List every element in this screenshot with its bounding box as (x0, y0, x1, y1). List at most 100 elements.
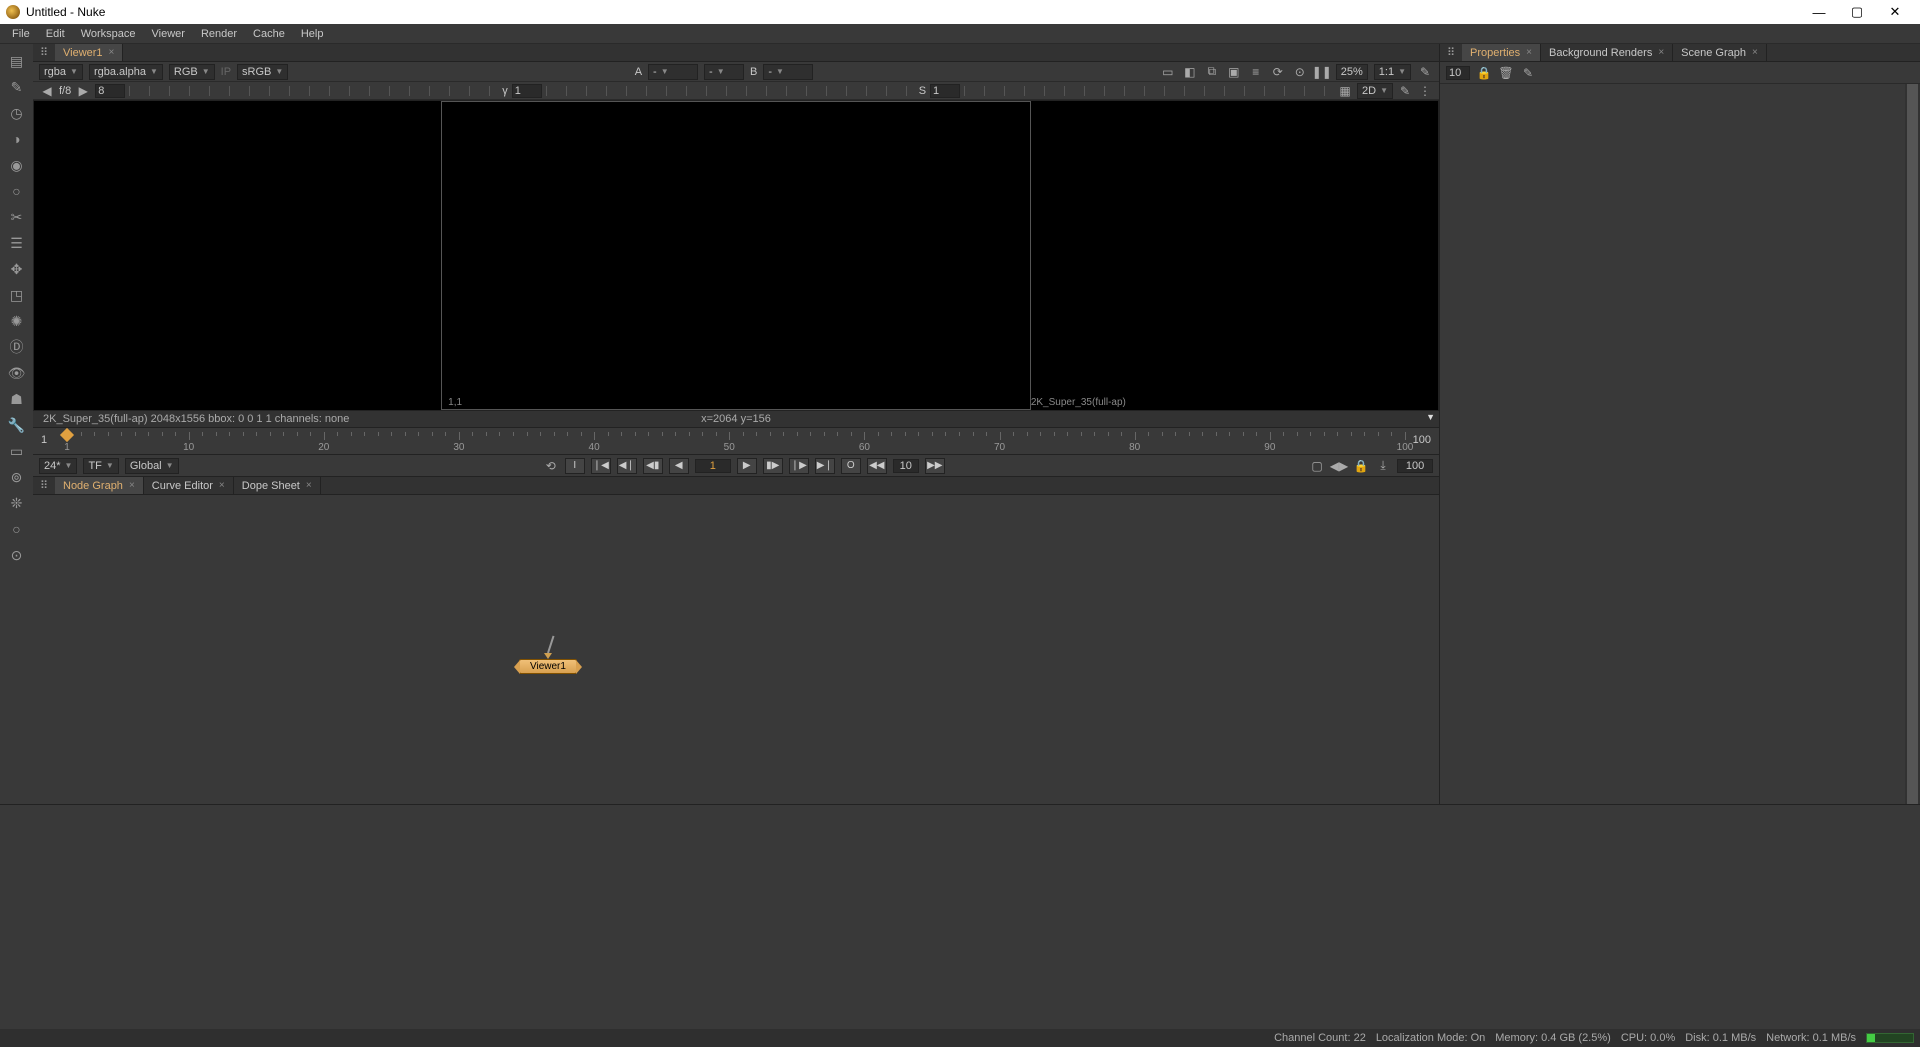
gamma-input[interactable] (512, 84, 542, 98)
ratio-select[interactable]: 1:1▼ (1374, 64, 1411, 80)
menu-viewer[interactable]: Viewer (144, 26, 193, 42)
channel-select[interactable]: rgba.alpha▼ (89, 64, 163, 80)
tool-deep-icon[interactable]: Ⓓ (5, 335, 29, 359)
lock-panels-icon[interactable]: 🔒 (1476, 65, 1492, 81)
overscan-icon[interactable]: ▣ (1226, 64, 1242, 80)
fstop-next-button[interactable]: ▶ (75, 83, 91, 99)
tool-color-icon[interactable]: ◉ (5, 153, 29, 177)
set-out-button[interactable]: O (841, 458, 861, 474)
pause-icon[interactable]: ❚❚ (1314, 64, 1330, 80)
viewer-mode-select[interactable]: 2D▼ (1357, 83, 1393, 99)
s-input[interactable] (930, 84, 960, 98)
close-icon[interactable]: × (1752, 47, 1758, 58)
close-icon[interactable]: × (219, 480, 225, 491)
properties-scrollbar[interactable] (1905, 84, 1920, 804)
fstop-prev-button[interactable]: ◀ (39, 83, 55, 99)
skip-fwd-button[interactable]: ▶▶ (925, 458, 945, 474)
tab-viewer1[interactable]: Viewer1 × (55, 44, 123, 61)
out-frame-input[interactable] (1397, 459, 1433, 473)
step-back-button[interactable]: ◀▮ (643, 458, 663, 474)
prev-key-button[interactable]: ◀❘ (617, 458, 637, 474)
tool-merge-icon[interactable]: ☰ (5, 231, 29, 255)
next-key-button[interactable]: ❘▶ (789, 458, 809, 474)
viewport[interactable]: 1,1 2K_Super_35(full-ap) (33, 100, 1439, 411)
tool-transform-icon[interactable]: ✥ (5, 257, 29, 281)
current-frame-input[interactable] (695, 459, 731, 473)
menu-workspace[interactable]: Workspace (73, 26, 144, 42)
menu-render[interactable]: Render (193, 26, 245, 42)
tool-views-icon[interactable]: 👁 (5, 361, 29, 385)
panel-handle-icon[interactable]: ⠿ (1440, 44, 1462, 61)
viewer-menu-icon[interactable]: ⋮ (1417, 83, 1433, 99)
max-panels-input[interactable] (1446, 66, 1470, 80)
tab-node-graph[interactable]: Node Graph× (55, 477, 144, 494)
skip-input[interactable] (893, 459, 919, 473)
node-graph-extent[interactable] (0, 804, 1920, 1029)
scope-select[interactable]: Global▼ (125, 458, 179, 474)
edit-panels-icon[interactable]: ✎ (1520, 65, 1536, 81)
play-back-button[interactable]: ◀ (669, 458, 689, 474)
step-fwd-button[interactable]: ▮▶ (763, 458, 783, 474)
close-icon[interactable]: × (1658, 47, 1664, 58)
viewer-settings-icon[interactable]: ✎ (1417, 64, 1433, 80)
lut-select[interactable]: sRGB▼ (237, 64, 288, 80)
bbox-icon[interactable]: ▦ (1337, 83, 1353, 99)
gain-slider[interactable] (129, 86, 498, 96)
minimize-button[interactable]: — (1800, 5, 1838, 20)
node-graph[interactable]: Viewer1 (33, 495, 1439, 804)
tool-geo-icon[interactable]: ○ (5, 517, 29, 541)
tool-3d-icon[interactable]: ◳ (5, 283, 29, 307)
close-icon[interactable]: × (1526, 47, 1532, 58)
menu-cache[interactable]: Cache (245, 26, 293, 42)
lock-range-icon[interactable]: 🔒 (1353, 458, 1369, 474)
maximize-button[interactable]: ▢ (1838, 4, 1876, 20)
tool-time-icon[interactable]: ◷ (5, 101, 29, 125)
goto-start-button[interactable]: ❘◀ (591, 458, 611, 474)
timeline[interactable]: 1 100 1102030405060708090100 (33, 427, 1439, 455)
close-icon[interactable]: × (109, 47, 115, 58)
skip-back-button[interactable]: ◀◀ (867, 458, 887, 474)
capture-icon[interactable]: ⊙ (1292, 64, 1308, 80)
tool-channel-icon[interactable]: ◑ (5, 127, 29, 151)
tab-curve-editor[interactable]: Curve Editor× (144, 477, 234, 494)
clear-panels-icon[interactable]: 🗑 (1498, 65, 1514, 81)
proxy-icon[interactable]: ◧ (1182, 64, 1198, 80)
panel-handle-icon[interactable]: ⠿ (33, 477, 55, 494)
export-icon[interactable]: ⤓ (1375, 458, 1391, 474)
layer-select[interactable]: rgba▼ (39, 64, 83, 80)
tool-filter-icon[interactable]: ○ (5, 179, 29, 203)
tab-background-renders[interactable]: Background Renders× (1541, 44, 1673, 61)
info-collapse-icon[interactable]: ▼ (1426, 412, 1435, 422)
loop-icon[interactable]: ▢ (1309, 458, 1325, 474)
tool-furnace-icon[interactable]: ⊚ (5, 465, 29, 489)
s-slider[interactable] (964, 86, 1333, 96)
tool-extra-icon[interactable]: ⊙ (5, 543, 29, 567)
menu-file[interactable]: File (4, 26, 38, 42)
goto-end-button[interactable]: ▶❘ (815, 458, 835, 474)
clip-icon[interactable]: ⧉ (1204, 64, 1220, 80)
bounce-icon[interactable]: ◀▶ (1331, 458, 1347, 474)
close-icon[interactable]: × (306, 480, 312, 491)
roi-icon[interactable]: ▭ (1160, 64, 1176, 80)
close-icon[interactable]: × (129, 480, 135, 491)
tab-properties[interactable]: Properties× (1462, 44, 1541, 61)
close-button[interactable]: ✕ (1876, 4, 1914, 20)
refresh-icon[interactable]: ⟳ (1270, 64, 1286, 80)
wipe-select[interactable]: -▼ (704, 64, 744, 80)
tool-metadata-icon[interactable]: ☗ (5, 387, 29, 411)
guides-icon[interactable]: ≡ (1248, 64, 1264, 80)
tool-draw-icon[interactable]: ✎ (5, 75, 29, 99)
zoom-select[interactable]: 25% (1336, 64, 1368, 80)
tool-other-icon[interactable]: ▭ (5, 439, 29, 463)
a-input-select[interactable]: -▼ (648, 64, 698, 80)
channels-select[interactable]: RGB▼ (169, 64, 215, 80)
b-input-select[interactable]: -▼ (763, 64, 813, 80)
tool-image-icon[interactable]: ▤ (5, 49, 29, 73)
menu-edit[interactable]: Edit (38, 26, 73, 42)
panel-handle-icon[interactable]: ⠿ (33, 44, 55, 61)
play-button[interactable]: ▶ (737, 458, 757, 474)
timeformat-select[interactable]: TF▼ (83, 458, 118, 474)
gamma-slider[interactable] (546, 86, 915, 96)
node-viewer1[interactable]: Viewer1 (519, 635, 577, 674)
tool-toolsets-icon[interactable]: 🔧 (5, 413, 29, 437)
